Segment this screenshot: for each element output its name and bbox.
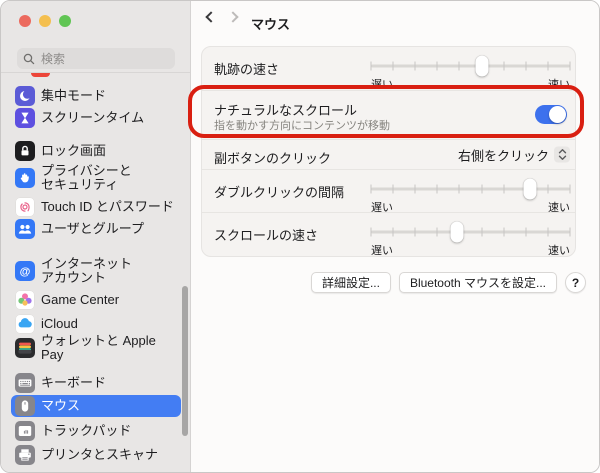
slow-label: 遅い bbox=[371, 242, 393, 258]
row-tracking-speed: 軌跡の速さ 遅い 速い bbox=[202, 47, 575, 90]
sidebar-item-users-groups[interactable]: ユーザとグループ bbox=[11, 219, 181, 239]
setting-label: スクロールの速さ bbox=[214, 225, 318, 244]
sidebar-item-trackpad[interactable]: トラックパッド bbox=[11, 421, 181, 441]
sidebar-divider bbox=[1, 72, 190, 73]
double-click-control: 遅い 速い bbox=[371, 179, 570, 211]
sidebar-item-label: トラックパッド bbox=[41, 424, 131, 438]
zoom-button[interactable] bbox=[59, 15, 71, 27]
sidebar-list: 集中モード スクリーンタイム ロック画面 プライバシーと セキュリティ Touc… bbox=[11, 86, 181, 465]
hourglass-icon bbox=[15, 108, 35, 128]
toggle-knob bbox=[549, 106, 566, 123]
fingerprint-icon bbox=[15, 197, 35, 217]
scrolling-speed-slider[interactable] bbox=[371, 222, 570, 242]
scrolling-speed-control: 遅い 速い bbox=[371, 222, 570, 254]
setting-label: ダブルクリックの間隔 bbox=[214, 182, 344, 201]
printer-icon bbox=[15, 445, 35, 465]
sidebar-item-label: スクリーンタイム bbox=[41, 111, 144, 125]
at-icon: @ bbox=[15, 261, 35, 281]
svg-text:@: @ bbox=[20, 266, 31, 278]
row-scrolling-speed: スクロールの速さ 遅い 速い bbox=[202, 212, 575, 256]
slider-thumb[interactable] bbox=[450, 222, 463, 243]
setting-description: 指を動かす方向にコンテンツが移動 bbox=[214, 117, 390, 133]
sidebar-scrollbar[interactable] bbox=[182, 286, 188, 436]
window-controls bbox=[19, 15, 71, 27]
main-content: マウス 軌跡の速さ 遅い 速い ナチュラルなスクロール bbox=[191, 1, 599, 472]
sidebar-item-printers[interactable]: プリンタとスキャナ bbox=[11, 445, 181, 465]
sidebar-item-label: キーボード bbox=[41, 376, 106, 390]
sidebar-item-privacy-security[interactable]: プライバシーと セキュリティ bbox=[11, 163, 181, 193]
system-settings-window: 集中モード スクリーンタイム ロック画面 プライバシーと セキュリティ Touc… bbox=[0, 0, 600, 473]
sidebar-item-internet-accounts[interactable]: @ インターネット アカウント bbox=[11, 256, 181, 286]
settings-group: 軌跡の速さ 遅い 速い ナチュラルなスクロール 指を動かす方向にコンテンツが移動 bbox=[201, 46, 576, 257]
notifications-icon-partial bbox=[31, 73, 50, 77]
row-secondary-click: 副ボタンのクリック 右側をクリック bbox=[202, 139, 575, 169]
secondary-click-dropdown[interactable]: 右側をクリック bbox=[458, 145, 570, 164]
sidebar-item-icloud[interactable]: iCloud bbox=[11, 314, 181, 334]
sidebar-item-label: ユーザとグループ bbox=[41, 222, 144, 236]
sidebar-item-keyboard[interactable]: キーボード bbox=[11, 373, 181, 393]
forward-icon[interactable] bbox=[227, 11, 238, 22]
sidebar-item-focus[interactable]: 集中モード bbox=[11, 86, 181, 106]
sidebar-item-touch-id[interactable]: Touch ID とパスワード bbox=[11, 197, 181, 217]
sidebar-item-label: Game Center bbox=[41, 293, 119, 307]
setting-label: 副ボタンのクリック bbox=[214, 148, 331, 167]
sidebar-item-label: インターネット アカウント bbox=[41, 257, 132, 285]
mouse-icon bbox=[15, 396, 35, 416]
slider-thumb[interactable] bbox=[476, 56, 489, 77]
users-icon bbox=[15, 219, 35, 239]
moon-icon bbox=[15, 86, 35, 106]
setup-bluetooth-mouse-button[interactable]: Bluetooth マウスを設定... bbox=[399, 272, 557, 293]
page-title: マウス bbox=[251, 14, 290, 33]
sidebar-item-label: プライバシーと セキュリティ bbox=[41, 164, 132, 192]
sidebar-item-label: ウォレットと Apple Pay bbox=[41, 334, 177, 362]
slider-minmax-labels: 遅い 速い bbox=[371, 242, 570, 258]
tracking-speed-control: 遅い 速い bbox=[371, 56, 570, 88]
help-button[interactable]: ? bbox=[565, 272, 586, 293]
double-click-slider[interactable] bbox=[371, 179, 570, 199]
nav-controls bbox=[207, 13, 237, 21]
slider-thumb[interactable] bbox=[524, 179, 537, 200]
search-input[interactable] bbox=[39, 51, 169, 67]
sidebar-item-mouse[interactable]: マウス bbox=[11, 395, 181, 417]
footer-buttons: 詳細設定... Bluetooth マウスを設定... ? bbox=[191, 272, 586, 293]
sidebar-item-wallet[interactable]: ウォレットと Apple Pay bbox=[11, 338, 181, 358]
fast-label: 速い bbox=[548, 242, 570, 258]
sidebar-item-label: プリンタとスキャナ bbox=[41, 448, 158, 462]
minimize-button[interactable] bbox=[39, 15, 51, 27]
hand-icon bbox=[15, 168, 35, 188]
close-button[interactable] bbox=[19, 15, 31, 27]
sidebar-item-lock-screen[interactable]: ロック画面 bbox=[11, 141, 181, 161]
natural-scrolling-toggle[interactable] bbox=[535, 105, 567, 124]
sidebar-item-label: ロック画面 bbox=[41, 144, 106, 158]
setting-label: 軌跡の速さ bbox=[214, 59, 279, 78]
sidebar-item-label: 集中モード bbox=[41, 89, 106, 103]
sidebar-item-label: マウス bbox=[41, 399, 80, 413]
advanced-settings-button[interactable]: 詳細設定... bbox=[311, 272, 391, 293]
tracking-speed-slider[interactable] bbox=[371, 56, 570, 76]
cloud-icon bbox=[15, 314, 35, 334]
search-icon bbox=[23, 53, 35, 65]
dropdown-value: 右側をクリック bbox=[458, 145, 549, 164]
wallet-icon bbox=[15, 338, 35, 358]
sidebar-item-label: Touch ID とパスワード bbox=[41, 200, 174, 214]
back-icon[interactable] bbox=[205, 11, 216, 22]
sidebar-item-label: iCloud bbox=[41, 317, 78, 331]
trackpad-icon bbox=[15, 421, 35, 441]
row-double-click-speed: ダブルクリックの間隔 遅い 速い bbox=[202, 169, 575, 212]
lock-icon bbox=[15, 141, 35, 161]
sidebar-item-game-center[interactable]: Game Center bbox=[11, 290, 181, 310]
sidebar-item-screen-time[interactable]: スクリーンタイム bbox=[11, 108, 181, 128]
sidebar: 集中モード スクリーンタイム ロック画面 プライバシーと セキュリティ Touc… bbox=[1, 1, 191, 472]
keyboard-icon bbox=[15, 373, 35, 393]
search-field[interactable] bbox=[17, 48, 175, 69]
game-center-icon bbox=[15, 290, 35, 310]
row-natural-scrolling: ナチュラルなスクロール 指を動かす方向にコンテンツが移動 bbox=[202, 90, 575, 139]
chevron-up-down-icon bbox=[554, 147, 570, 163]
